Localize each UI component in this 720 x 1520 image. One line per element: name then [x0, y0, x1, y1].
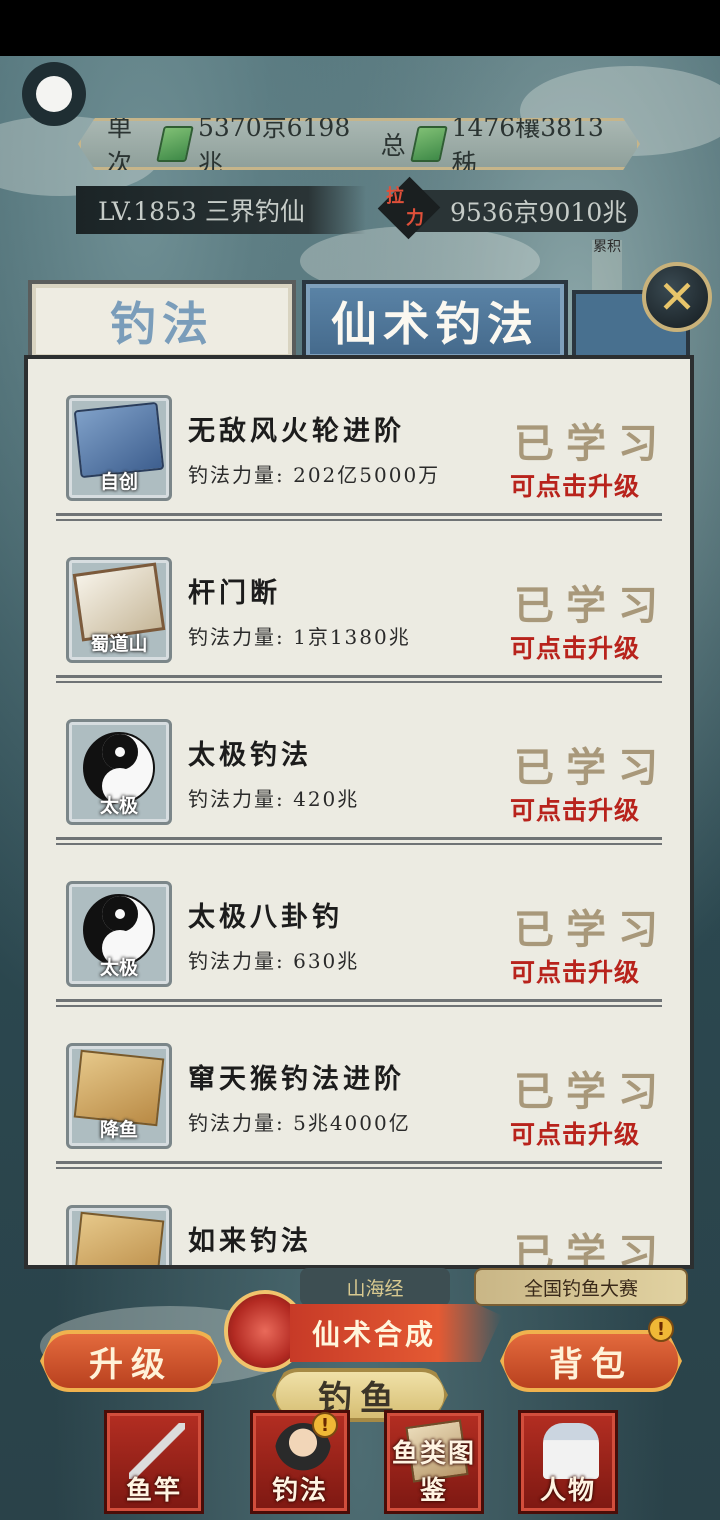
status-bar	[0, 0, 720, 56]
skill-list-panel[interactable]: 自创 无敌风火轮进阶 钓法力量: 202亿5000万 已学习 可点击升级 蜀道山…	[24, 355, 694, 1269]
upgrade-link[interactable]: 可点击升级	[510, 467, 640, 503]
list-item[interactable]: 自创 无敌风火轮进阶 钓法力量: 202亿5000万 已学习 可点击升级	[28, 359, 690, 521]
skill-status: 已学习	[514, 420, 670, 467]
circle-icon	[36, 76, 72, 112]
pull-power-tag: 拉 力	[386, 186, 424, 229]
skill-name: 无敌风火轮进阶	[188, 416, 405, 447]
skill-name: 如来钓法	[188, 1226, 312, 1257]
upgrade-link[interactable]: 可点击升级	[510, 953, 640, 989]
nav-fish-codex[interactable]: 鱼类图鉴	[384, 1410, 484, 1514]
divider	[56, 675, 662, 683]
divider	[56, 513, 662, 521]
upgrade-link[interactable]: 可点击升级	[510, 791, 640, 827]
close-icon: ✕	[657, 270, 697, 324]
skill-power: 钓法力量: 1京1380兆	[188, 625, 411, 649]
list-item[interactable]: 太极 太极八卦钓 钓法力量: 630兆 已学习 可点击升级	[28, 845, 690, 1007]
list-item[interactable]: 蜀道山 杆门断 钓法力量: 1京1380兆 已学习 可点击升级	[28, 521, 690, 683]
skill-name: 太极八卦钓	[188, 902, 343, 933]
upgrade-link[interactable]: 可点击升级	[510, 1115, 640, 1151]
catch-stats-bar: 单次 5370京6198兆 总 1476穰3813秭	[78, 118, 640, 170]
single-catch-value: 5370京6198兆	[197, 113, 351, 178]
divider	[56, 999, 662, 1007]
synthesis-label: 仙术合成	[290, 1304, 502, 1362]
skill-power: 钓法力量: 5兆4000亿	[188, 1111, 411, 1135]
list-item[interactable]: 降鱼 窜天猴钓法进阶 钓法力量: 5兆4000亿 已学习 可点击升级	[28, 1007, 690, 1169]
single-catch-label: 单次	[107, 113, 133, 178]
skill-power: 钓法力量: 630兆	[188, 949, 360, 973]
book-icon: 自创	[66, 395, 172, 501]
skill-name: 窜天猴钓法进阶	[188, 1064, 405, 1095]
skill-status: 已学习	[514, 906, 670, 953]
nav-fishing-rod[interactable]: 鱼竿	[104, 1410, 204, 1514]
tab-immortal-fishing[interactable]: 仙术钓法	[302, 280, 568, 358]
upgrade-button[interactable]: 升级	[40, 1330, 222, 1392]
skill-status: 已学习	[514, 1068, 670, 1115]
list-item[interactable]: 太极 太极钓法 钓法力量: 420兆 已学习 可点击升级	[28, 683, 690, 845]
skill-name: 太极钓法	[188, 740, 312, 771]
notification-badge: !	[312, 1412, 338, 1438]
national-contest-button[interactable]: 全国钓鱼大赛	[474, 1268, 688, 1306]
list-item[interactable]: 如来钓法 已学习	[28, 1169, 690, 1265]
skill-status: 已学习	[514, 582, 670, 629]
total-catch-value: 1476穰3813秭	[451, 113, 604, 178]
total-catch-label: 总	[380, 131, 406, 160]
taiji-icon: 太极	[66, 719, 172, 825]
tab-fishing-method[interactable]: 钓法	[28, 280, 296, 358]
notification-badge: !	[648, 1316, 674, 1342]
scroll-icon: 蜀道山	[66, 557, 172, 663]
divider	[56, 1161, 662, 1169]
money-icon	[156, 126, 194, 162]
skill-power: 钓法力量: 420兆	[188, 787, 360, 811]
upgrade-link[interactable]: 可点击升级	[510, 629, 640, 665]
nav-character[interactable]: 人物	[518, 1410, 618, 1514]
skill-power: 钓法力量: 202亿5000万	[188, 463, 441, 487]
money-icon	[409, 126, 448, 162]
divider	[56, 837, 662, 845]
menu-button[interactable]	[22, 62, 86, 126]
skill-status: 已学习	[514, 744, 670, 791]
close-button[interactable]: ✕	[642, 262, 712, 332]
player-level: LV.1853 三界钓仙	[76, 186, 366, 234]
taiji-icon: 太极	[66, 881, 172, 987]
immortal-synthesis-button[interactable]: 仙术合成	[224, 1290, 506, 1372]
skill-name: 杆门断	[188, 578, 281, 609]
card-icon: 降鱼	[66, 1043, 172, 1149]
